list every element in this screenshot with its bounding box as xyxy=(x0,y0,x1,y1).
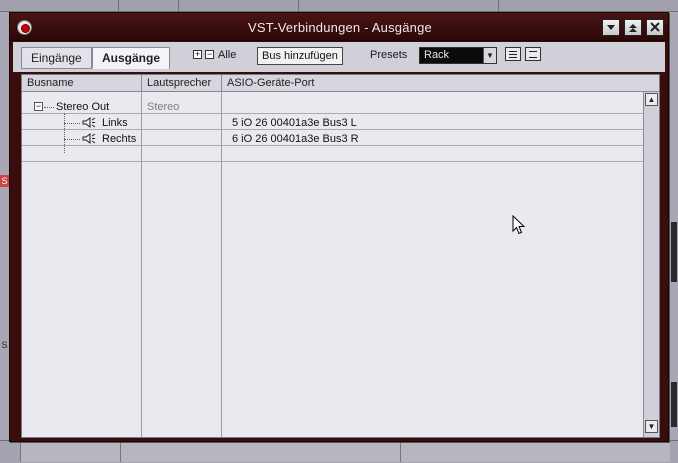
tree-connector xyxy=(44,107,54,108)
title-bar[interactable]: VST-Verbindungen - Ausgänge xyxy=(10,13,668,41)
tree-connector xyxy=(64,139,80,140)
tree-connector xyxy=(64,113,65,153)
chevron-down-icon xyxy=(607,25,615,30)
toolbar: Eingänge Ausgänge + − Alle Bus hinzufüge… xyxy=(13,42,665,72)
scroll-up-icon[interactable]: ▲ xyxy=(645,93,658,106)
close-icon xyxy=(650,22,660,32)
busname-rechts[interactable]: Rechts xyxy=(102,131,136,147)
vertical-scrollbar[interactable]: ▲ ▼ xyxy=(643,92,659,437)
collapse-toggle-icon[interactable]: − xyxy=(34,102,43,111)
track-mark: S xyxy=(1,340,8,350)
preset-icon-line xyxy=(529,57,537,58)
expand-all-label[interactable]: Alle xyxy=(218,49,236,61)
dropdown-arrow-icon[interactable]: ▼ xyxy=(483,48,496,63)
presets-value: Rack xyxy=(424,49,450,61)
window-title: VST-Verbindungen - Ausgänge xyxy=(248,20,432,35)
background-segment xyxy=(178,0,298,12)
speaker-icon xyxy=(82,133,96,144)
speaker-config: Stereo xyxy=(147,101,180,113)
waveform xyxy=(671,222,677,282)
double-chevron-up-icon xyxy=(629,24,637,32)
background-lane xyxy=(20,443,120,462)
asio-port-links[interactable]: 5 iO 26 00401a3e Bus3 L xyxy=(232,115,357,131)
preset-icon-line xyxy=(509,57,517,58)
close-button[interactable] xyxy=(646,19,664,36)
background-top-bar xyxy=(0,0,678,12)
column-header-lautsprecher[interactable]: Lautsprecher xyxy=(142,75,222,92)
maximize-button[interactable] xyxy=(624,19,642,36)
background-segment xyxy=(498,0,618,12)
asio-port-rechts[interactable]: 6 iO 26 00401a3e Bus3 R xyxy=(232,131,359,147)
preset-icon-line xyxy=(529,51,537,52)
presets-dropdown[interactable]: Rack ▼ xyxy=(419,47,497,64)
vst-connections-window: VST-Verbindungen - Ausgänge Eingänge Aus… xyxy=(9,12,669,442)
tree-connector xyxy=(64,123,80,124)
background-bottom-bar xyxy=(0,440,678,463)
save-preset-button[interactable] xyxy=(505,47,521,61)
tab-eingaenge[interactable]: Eingänge xyxy=(21,47,92,69)
preset-icon-line xyxy=(509,51,517,52)
add-bus-button[interactable]: Bus hinzufügen xyxy=(257,47,343,65)
mouse-cursor-icon xyxy=(512,215,525,235)
background-lane xyxy=(120,443,400,462)
background-segment xyxy=(298,0,498,12)
table-header: Busname Lautsprecher ASIO-Geräte-Port xyxy=(22,75,659,92)
speaker-icon xyxy=(82,117,96,128)
expand-all-icon[interactable]: + xyxy=(193,50,202,59)
column-divider xyxy=(141,92,142,437)
background-segment xyxy=(118,0,178,12)
app-logo-icon[interactable] xyxy=(17,20,32,35)
column-divider xyxy=(221,92,222,437)
row-divider xyxy=(22,161,643,162)
minimize-button[interactable] xyxy=(602,19,620,36)
presets-label: Presets xyxy=(370,49,408,61)
column-header-busname[interactable]: Busname xyxy=(22,75,142,92)
toolbar-divider xyxy=(169,47,170,69)
preset-icon-line xyxy=(509,54,517,55)
scroll-down-icon[interactable]: ▼ xyxy=(645,420,658,433)
collapse-all-icon[interactable]: − xyxy=(205,50,214,59)
background-right-strip xyxy=(670,12,678,463)
column-header-asio-port[interactable]: ASIO-Geräte-Port xyxy=(222,75,643,92)
connections-table: Busname Lautsprecher ASIO-Geräte-Port − … xyxy=(21,74,660,438)
track-mark: S xyxy=(0,175,9,187)
tab-ausgaenge[interactable]: Ausgänge xyxy=(92,47,171,69)
background-lane xyxy=(400,443,670,462)
remove-preset-button[interactable] xyxy=(525,47,541,61)
busname-links[interactable]: Links xyxy=(102,115,128,131)
row-divider xyxy=(22,113,643,114)
waveform xyxy=(671,382,677,427)
